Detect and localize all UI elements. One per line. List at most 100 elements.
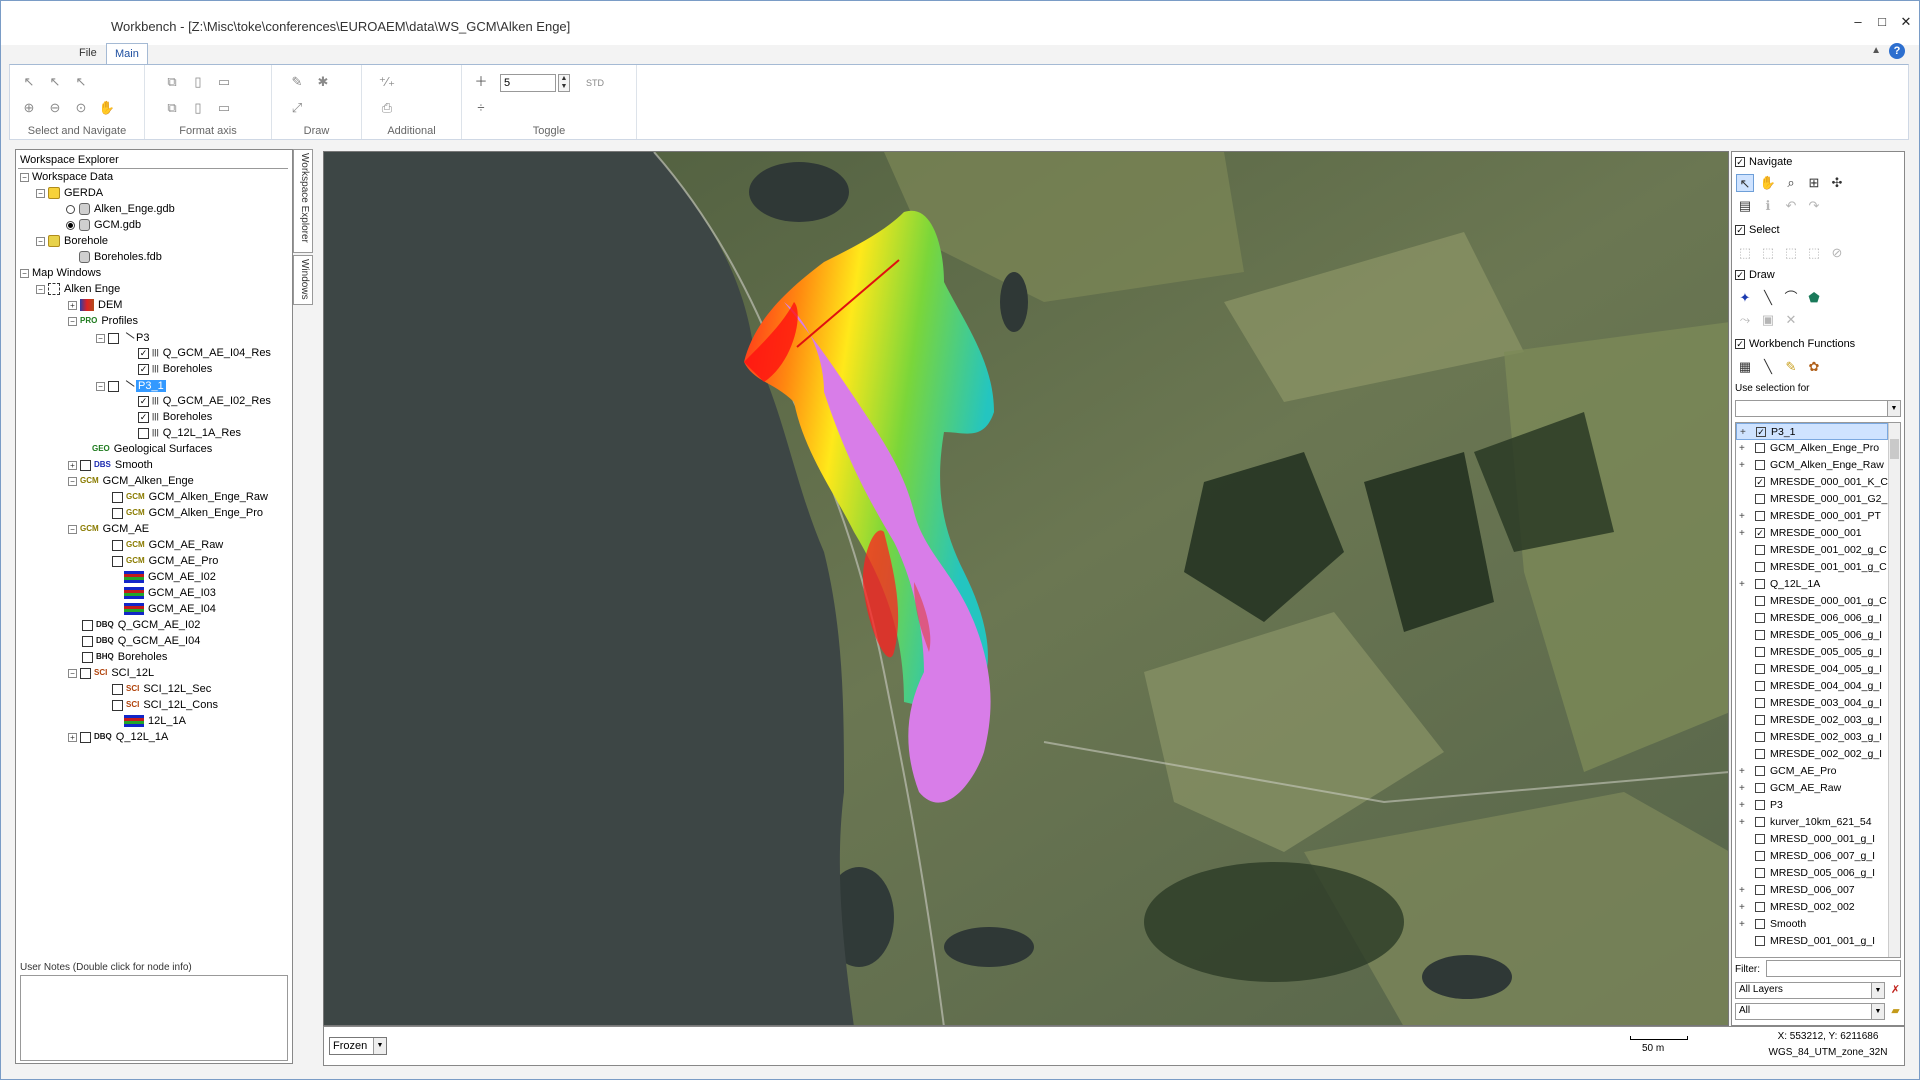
checkbox-icon[interactable] [1755, 596, 1765, 607]
checkbox-icon[interactable] [1755, 647, 1765, 658]
checkbox-icon[interactable] [1755, 851, 1765, 862]
tree-node-gcm-gdb[interactable]: GCM.gdb [66, 218, 141, 233]
layer-row[interactable]: + GCM_AE_Pro [1736, 763, 1888, 780]
add-select-icon[interactable]: ↖ [72, 73, 90, 91]
axis-right-icon[interactable]: ▯ [189, 99, 207, 117]
type-filter-dropdown[interactable]: All ▼ [1735, 1003, 1885, 1020]
checkbox-icon[interactable] [1755, 732, 1765, 743]
tree-node-q-gcm-ae-i02[interactable]: DBQ Q_GCM_AE_I02 [82, 618, 200, 633]
grid-icon[interactable]: ▦ [1736, 358, 1754, 376]
tree-node-gcm-alken-enge-raw[interactable]: GCM GCM_Alken_Enge_Raw [112, 490, 268, 505]
profile-icon[interactable]: ╲ [1759, 358, 1777, 376]
checkbox-icon[interactable] [1755, 545, 1765, 556]
draw-section[interactable]: ✓ Draw [1735, 269, 1775, 281]
layer-row[interactable]: + Smooth [1736, 916, 1888, 933]
additional-tool-icon[interactable]: ⁺⁄₊ [378, 73, 396, 91]
tab-windows[interactable]: Windows [293, 255, 313, 305]
draw-polyline-icon[interactable]: ⌒ [1782, 289, 1800, 307]
tree-node-q-gcm-ae-i04[interactable]: DBQ Q_GCM_AE_I04 [82, 634, 200, 649]
select-pointer-icon[interactable]: ↖ [46, 73, 64, 91]
checkbox-icon[interactable] [1755, 936, 1765, 947]
tree-node-alken-enge-gdb[interactable]: Alken_Enge.gdb [66, 202, 175, 217]
tree-node-smooth[interactable]: + DBS Smooth [68, 458, 153, 473]
layer-row[interactable]: + ✓ MRESDE_000_001 [1736, 525, 1888, 542]
tree-node-p3-1[interactable]: − P3_1 [96, 378, 166, 396]
checkbox-icon[interactable] [1755, 613, 1765, 624]
checkbox-icon[interactable] [1755, 698, 1765, 709]
delete-icon[interactable]: ✕ [1782, 311, 1800, 329]
minimize-icon[interactable]: – [1849, 13, 1867, 31]
tree-node-sci-12l[interactable]: − SCI SCI_12L [68, 666, 154, 681]
layer-row[interactable]: + Q_12L_1A [1736, 576, 1888, 593]
open-folder-icon[interactable]: ▰ [1888, 1004, 1903, 1019]
std-label[interactable]: STD [586, 78, 604, 88]
expand-icon[interactable]: + [1739, 916, 1749, 933]
redo-icon[interactable]: ↷ [1805, 197, 1823, 215]
layer-row[interactable]: MRESDE_000_001_G2_ [1736, 491, 1888, 508]
tree-node-boreholes-fdb[interactable]: Boreholes.fdb [66, 250, 162, 265]
tree-node-sci-12l-sec[interactable]: SCI SCI_12L_Sec [112, 682, 211, 697]
checkbox-icon[interactable] [1755, 800, 1765, 811]
tree-node-gerda[interactable]: − GERDA [36, 186, 103, 201]
tree-node-gcm-ae-i03[interactable]: GCM_AE_I03 [124, 586, 216, 601]
pencil-icon[interactable]: ✎ [1782, 358, 1800, 376]
tree-node-gcm-alken-enge-pro[interactable]: GCM GCM_Alken_Enge_Pro [112, 506, 263, 521]
axis-left-icon[interactable]: ▯ [189, 73, 207, 91]
checkbox-icon[interactable] [1755, 715, 1765, 726]
draw-pen-icon[interactable]: ✎ [288, 73, 306, 91]
navigate-section[interactable]: ✓ Navigate [1735, 156, 1792, 168]
expand-icon[interactable]: + [1739, 525, 1749, 542]
filter-input[interactable] [1766, 960, 1901, 977]
layer-row[interactable]: MRESD_006_007_g_I [1736, 848, 1888, 865]
checkbox-icon[interactable] [1755, 868, 1765, 879]
layer-row[interactable]: + P3 [1736, 797, 1888, 814]
format-axis-2-icon[interactable]: ⧉ [163, 99, 181, 117]
checkbox-icon[interactable] [1755, 817, 1765, 828]
layer-row[interactable]: MRESDE_006_006_g_I [1736, 610, 1888, 627]
layer-row[interactable]: MRESDE_002_003_g_I [1736, 712, 1888, 729]
layer-row[interactable]: + MRESD_006_007 [1736, 882, 1888, 899]
zoom-icon[interactable]: ⌕ [1782, 174, 1800, 192]
checkbox-icon[interactable] [1755, 494, 1765, 505]
tree-node-q-gcm-ae-i02-res[interactable]: ✓ ||| Q_GCM_AE_I02_Res [138, 394, 271, 409]
checkbox-icon[interactable] [1755, 766, 1765, 777]
tab-main[interactable]: Main [106, 43, 148, 65]
expand-icon[interactable]: + [1739, 508, 1749, 525]
tree-node-gcm-ae-pro[interactable]: GCM GCM_AE_Pro [112, 554, 218, 569]
tree-node-gcm-ae-i02[interactable]: GCM_AE_I02 [124, 570, 216, 585]
tree-node-p3[interactable]: − P3 [96, 330, 149, 348]
expand-icon[interactable]: + [1740, 424, 1750, 439]
layer-row[interactable]: ✓ MRESDE_000_001_K_C [1736, 474, 1888, 491]
checkbox-icon[interactable] [1755, 749, 1765, 760]
draw-polygon-icon[interactable]: ⬟ [1805, 289, 1823, 307]
user-notes-box[interactable] [20, 975, 288, 1061]
divide-icon[interactable]: ÷ [472, 99, 490, 117]
select-section[interactable]: ✓ Select [1735, 224, 1780, 236]
expand-icon[interactable]: + [1739, 882, 1749, 899]
tree-node-q-12l-1a-res[interactable]: ||| Q_12L_1A_Res [138, 426, 241, 441]
expand-icon[interactable]: + [1739, 457, 1749, 474]
pan-hand-icon[interactable]: ✋ [98, 99, 116, 117]
checkbox-icon[interactable] [1755, 630, 1765, 641]
tree-node-boreholes-bhq[interactable]: BHQ Boreholes [82, 650, 167, 665]
layer-row[interactable]: MRESDE_004_005_g_I [1736, 661, 1888, 678]
undo-icon[interactable]: ↶ [1782, 197, 1800, 215]
tree-node-12l-1a[interactable]: 12L_1A [124, 714, 186, 729]
layer-row[interactable]: MRESDE_001_001_g_C [1736, 559, 1888, 576]
checkbox-icon[interactable] [1755, 834, 1765, 845]
tree-node-geological-surfaces[interactable]: GEO Geological Surfaces [92, 442, 212, 457]
tree-node-boreholes-p3[interactable]: ✓ ||| Boreholes [138, 362, 212, 377]
full-extent-icon[interactable]: ✣ [1828, 174, 1846, 192]
layer-row[interactable]: MRESD_001_001_g_I [1736, 933, 1888, 950]
tree-node-gcm-ae-raw[interactable]: GCM GCM_AE_Raw [112, 538, 223, 553]
help-icon[interactable]: ? [1889, 43, 1905, 59]
layer-row[interactable]: MRESDE_004_004_g_I [1736, 678, 1888, 695]
layer-row[interactable]: + GCM_Alken_Enge_Raw [1736, 457, 1888, 474]
checkbox-icon[interactable] [1755, 919, 1765, 930]
checkbox-icon[interactable] [1755, 579, 1765, 590]
checkbox-icon[interactable] [1755, 902, 1765, 913]
layer-row[interactable]: + MRESDE_000_001_PT [1736, 508, 1888, 525]
checkbox-icon[interactable] [1755, 783, 1765, 794]
tree-node-alken-enge[interactable]: − Alken Enge [36, 282, 120, 297]
layer-row[interactable]: + MRESD_002_002 [1736, 899, 1888, 916]
